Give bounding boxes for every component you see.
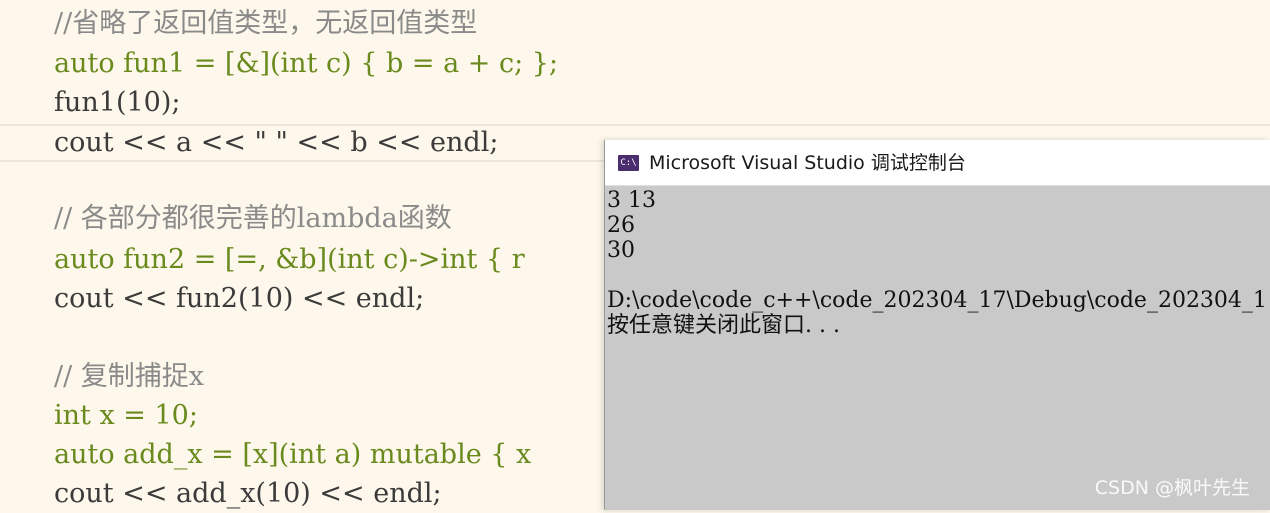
code-line[interactable]: cout << fun2(10) << endl; [54, 279, 424, 318]
console-output-line: 3 13 [607, 188, 656, 213]
console-output-line: D:\code\code_c++\code_202304_17\Debug\co… [607, 288, 1267, 313]
debug-console-window[interactable]: C:\ Microsoft Visual Studio 调试控制台 3 13 2… [604, 140, 1270, 510]
code-line[interactable]: //省略了返回值类型，无返回值类型 [54, 4, 477, 43]
code-text: auto fun1 = [&](int c) { b = a + c; }; [54, 48, 559, 79]
comment-text: // 各部分都很完善的lambda函数 [54, 203, 452, 234]
code-line[interactable]: cout << a << " " << b << endl; [54, 123, 498, 162]
comment-text: //省略了返回值类型，无返回值类型 [54, 8, 478, 39]
code-line[interactable]: // 复制捕捉x [54, 357, 204, 396]
code-line[interactable]: int x = 10; [54, 396, 198, 435]
code-text: auto add_x = [x](int a) mutable { x [54, 439, 532, 470]
code-line[interactable]: auto fun2 = [=, &b](int c)->int { r [54, 240, 525, 279]
code-line[interactable]: auto fun1 = [&](int c) { b = a + c; }; [54, 44, 558, 83]
comment-text: // 复制捕捉x [54, 361, 205, 392]
console-output-line: 30 [607, 238, 635, 263]
code-text: cout << fun2(10) << endl; [54, 283, 425, 314]
code-text: auto fun2 = [=, &b](int c)->int { r [54, 244, 525, 275]
console-title: Microsoft Visual Studio 调试控制台 [649, 152, 966, 174]
console-output-line: 按任意键关闭此窗口. . . [607, 313, 840, 338]
console-titlebar[interactable]: C:\ Microsoft Visual Studio 调试控制台 [605, 140, 1270, 186]
console-app-icon: C:\ [618, 155, 639, 171]
code-line[interactable]: // 各部分都很完善的lambda函数 [54, 199, 452, 238]
watermark: CSDN @枫叶先生 [1094, 477, 1250, 499]
code-text: cout << a << " " << b << endl; [54, 127, 499, 158]
code-text: cout << add_x(10) << endl; [54, 478, 442, 509]
console-output[interactable]: 3 13 26 30 D:\code\code_c++\code_202304_… [607, 188, 1267, 508]
console-output-line: 26 [607, 213, 635, 238]
code-line[interactable]: cout << add_x(10) << endl; [54, 474, 442, 513]
code-text: fun1(10); [54, 87, 181, 118]
code-line[interactable]: fun1(10); [54, 83, 180, 122]
code-text: int x = 10; [54, 400, 198, 431]
code-line[interactable]: auto add_x = [x](int a) mutable { x [54, 435, 531, 474]
